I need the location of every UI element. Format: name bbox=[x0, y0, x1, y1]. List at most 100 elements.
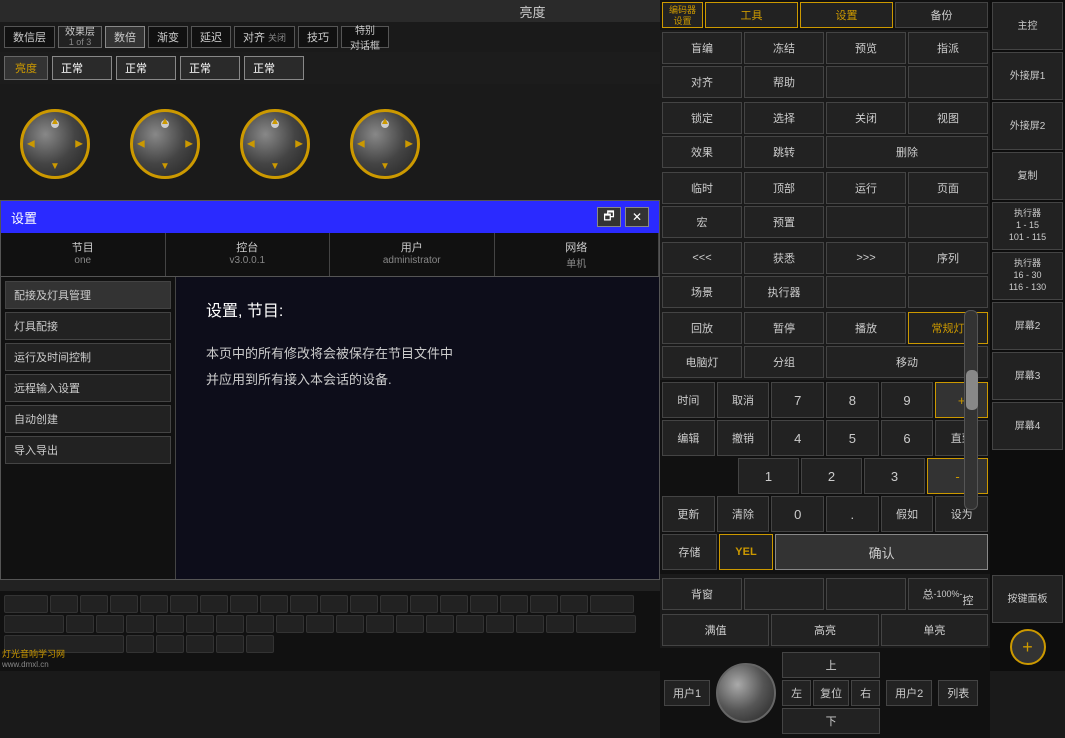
kb-key[interactable] bbox=[336, 615, 364, 633]
kb-key[interactable] bbox=[186, 615, 214, 633]
kb-key[interactable] bbox=[246, 615, 274, 633]
right-btn[interactable]: 右 bbox=[851, 680, 880, 706]
n1-btn[interactable]: 1 bbox=[738, 458, 799, 494]
dialog-tab-show[interactable]: 节目 one bbox=[1, 233, 166, 276]
kb-key[interactable] bbox=[216, 635, 244, 653]
dialog-tab-user[interactable]: 用户 administrator bbox=[330, 233, 495, 276]
pause-btn[interactable]: 暂停 bbox=[744, 312, 824, 344]
kb-key[interactable] bbox=[546, 615, 574, 633]
kb-key[interactable] bbox=[66, 615, 94, 633]
dot-btn[interactable]: . bbox=[826, 496, 879, 532]
kb-key[interactable] bbox=[156, 615, 184, 633]
kb-key[interactable] bbox=[470, 595, 498, 613]
list-btn[interactable]: 列表 bbox=[938, 680, 978, 706]
reset-btn[interactable]: 复位 bbox=[813, 680, 849, 706]
macro-btn[interactable]: 宏 bbox=[662, 206, 742, 238]
n0-btn[interactable]: 0 bbox=[771, 496, 824, 532]
kb-key[interactable] bbox=[140, 595, 168, 613]
kb-key[interactable] bbox=[276, 615, 304, 633]
ifonly-btn[interactable]: 假如 bbox=[881, 496, 934, 532]
n3-btn[interactable]: 3 bbox=[864, 458, 925, 494]
kb-key[interactable] bbox=[560, 595, 588, 613]
kb-key[interactable] bbox=[396, 615, 424, 633]
main-btn[interactable]: 主控 bbox=[992, 2, 1063, 50]
prev-btn[interactable]: <<< bbox=[662, 242, 742, 274]
kb-key[interactable] bbox=[80, 595, 108, 613]
kb-key[interactable] bbox=[530, 595, 558, 613]
confirm-btn[interactable]: 确认 bbox=[775, 534, 988, 570]
kb-key[interactable] bbox=[126, 615, 154, 633]
rs-circle-btn[interactable]: + bbox=[992, 625, 1063, 669]
plus-btn[interactable]: + bbox=[935, 382, 988, 418]
normal-select-4[interactable]: 正常 bbox=[244, 56, 304, 80]
kb-key[interactable] bbox=[50, 595, 78, 613]
kb-key[interactable] bbox=[500, 595, 528, 613]
kb-key[interactable] bbox=[516, 615, 544, 633]
freeze-btn[interactable]: 冻结 bbox=[744, 32, 824, 64]
sidebar-item-runtime[interactable]: 运行及时间控制 bbox=[5, 343, 171, 371]
kb-key[interactable] bbox=[156, 635, 184, 653]
n2-btn[interactable]: 2 bbox=[801, 458, 862, 494]
exec2-btn[interactable]: 执行器16 - 30116 - 130 bbox=[992, 252, 1063, 300]
n9-btn[interactable]: 9 bbox=[881, 382, 934, 418]
playback-btn[interactable]: 回放 bbox=[662, 312, 742, 344]
kb-key[interactable] bbox=[486, 615, 514, 633]
sidebar-item-fixture[interactable]: 灯具配接 bbox=[5, 312, 171, 340]
screen4-btn[interactable]: 屏幕4 bbox=[992, 402, 1063, 450]
up-btn[interactable]: 上 bbox=[782, 652, 880, 678]
kb-key[interactable] bbox=[96, 615, 124, 633]
page-btn[interactable]: 页面 bbox=[908, 172, 988, 204]
backup-btn[interactable]: 备份 bbox=[895, 2, 988, 28]
goto-btn[interactable]: 直到 bbox=[935, 420, 988, 456]
cancel-btn[interactable]: 取消 bbox=[717, 382, 770, 418]
kb-key[interactable] bbox=[410, 595, 438, 613]
kb-key[interactable] bbox=[186, 635, 214, 653]
run-btn[interactable]: 运行 bbox=[826, 172, 906, 204]
close-btn[interactable]: 关闭 bbox=[826, 102, 906, 134]
knob-dial-1[interactable]: ◀ ▶ ▲ ▼ bbox=[20, 109, 90, 179]
left-btn[interactable]: 左 bbox=[782, 680, 811, 706]
kb-key[interactable] bbox=[290, 595, 318, 613]
assign-btn[interactable]: 指派 bbox=[908, 32, 988, 64]
kb-key[interactable] bbox=[320, 595, 348, 613]
tips-btn[interactable]: 技巧 bbox=[298, 26, 338, 48]
n5-btn[interactable]: 5 bbox=[826, 420, 879, 456]
ext1-btn[interactable]: 外接屏1 bbox=[992, 52, 1063, 100]
dialog-tab-network[interactable]: 网络 单机 bbox=[495, 233, 660, 276]
encoder-settings-btn[interactable]: 编码器 设置 bbox=[662, 2, 703, 28]
select-btn[interactable]: 选择 bbox=[744, 102, 824, 134]
kb-key[interactable] bbox=[216, 615, 244, 633]
help-btn[interactable]: 帮助 bbox=[744, 66, 824, 98]
dialog-tab-console[interactable]: 控台 v3.0.0.1 bbox=[166, 233, 331, 276]
n8-btn[interactable]: 8 bbox=[826, 382, 879, 418]
executor-btn[interactable]: 执行器 bbox=[744, 276, 824, 308]
kb-key[interactable] bbox=[126, 635, 154, 653]
kb-key[interactable] bbox=[230, 595, 258, 613]
edit-btn[interactable]: 编辑 bbox=[662, 420, 715, 456]
user2-btn[interactable]: 用户2 bbox=[886, 680, 932, 706]
clear-btn[interactable]: 清除 bbox=[717, 496, 770, 532]
exec1-btn[interactable]: 执行器1 - 15101 - 115 bbox=[992, 202, 1063, 250]
lock-btn[interactable]: 锁定 bbox=[662, 102, 742, 134]
kb-key[interactable] bbox=[426, 615, 454, 633]
learn-btn[interactable]: 获悉 bbox=[744, 242, 824, 274]
down-btn[interactable]: 下 bbox=[782, 708, 880, 734]
kb-key[interactable] bbox=[366, 615, 394, 633]
yel-btn[interactable]: YEL bbox=[719, 534, 774, 570]
scene-btn[interactable]: 场景 bbox=[662, 276, 742, 308]
scroll-bar[interactable] bbox=[964, 310, 978, 510]
preset-btn[interactable]: 预置 bbox=[744, 206, 824, 238]
knob-dial-3[interactable]: ◀ ▶ ▲ ▼ bbox=[240, 109, 310, 179]
full-btn[interactable]: 满值 bbox=[662, 614, 769, 646]
kb-key[interactable] bbox=[306, 615, 334, 633]
total-ctrl[interactable]: 总-100%-控 bbox=[908, 578, 988, 610]
knob-dial-2[interactable]: ◀ ▶ ▲ ▼ bbox=[130, 109, 200, 179]
n7-btn[interactable]: 7 bbox=[771, 382, 824, 418]
trackball[interactable] bbox=[716, 663, 776, 723]
view-btn[interactable]: 视图 bbox=[908, 102, 988, 134]
sidebar-item-patch[interactable]: 配接及灯具管理 bbox=[5, 281, 171, 309]
minus-btn[interactable]: - bbox=[927, 458, 988, 494]
sidebar-item-importexport[interactable]: 导入导出 bbox=[5, 436, 171, 464]
store-btn[interactable]: 存储 bbox=[662, 534, 717, 570]
blend-btn[interactable]: 渐变 bbox=[148, 26, 188, 48]
